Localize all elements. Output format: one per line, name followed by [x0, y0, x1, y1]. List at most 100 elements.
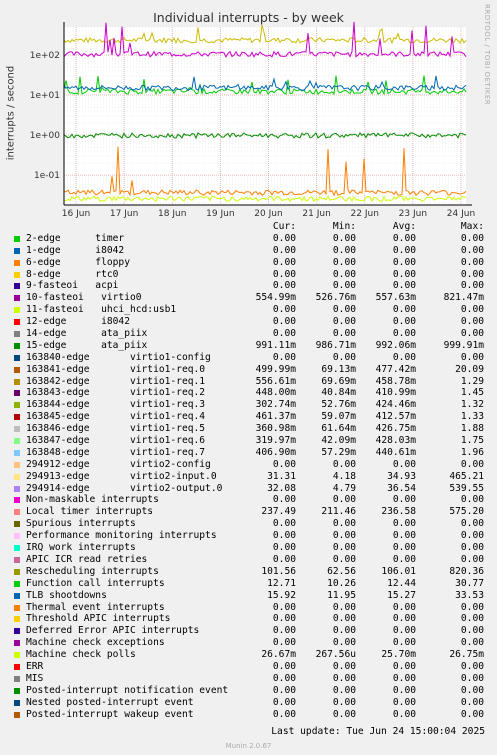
legend-swatch [14, 616, 20, 623]
legend-swatch [14, 247, 20, 254]
legend-rows: 2-edge timer 0.00 0.00 0.00 0.00 1-edge i8042… [12, 233, 492, 721]
legend-cur-value: 0.00 [272, 660, 296, 672]
legend-row: 1-edge i8042 0.00 0.00 0.00 0.00 [12, 245, 492, 257]
legend-swatch [14, 438, 20, 445]
legend-cur-value: 0.00 [272, 304, 296, 316]
x-tick-label: 17 Jun [110, 209, 138, 219]
legend-min-value: 0.00 [332, 280, 356, 292]
legend-max-value: 821.47m [443, 292, 484, 304]
legend-row: TLB shootdowns 15.92 11.95 15.27 33.53 [12, 590, 492, 602]
legend-label: 163847-edge virtio1-req.6 [26, 435, 206, 447]
legend-label: Threshold APIC interrupts [26, 613, 171, 625]
legend-swatch [14, 556, 20, 563]
legend-cur-value: 461.37m [255, 411, 296, 423]
legend-avg-value: 25.70m [381, 649, 416, 661]
legend-swatch [14, 461, 20, 468]
legend-label: Machine check exceptions [26, 637, 165, 649]
legend-cur-value: 0.00 [272, 458, 296, 470]
legend-avg-value: 477.42m [375, 363, 416, 375]
legend-min-value: 267.56u [315, 649, 356, 661]
legend-max-value: 1.32 [460, 399, 484, 411]
legend-avg-value: 458.78m [375, 375, 416, 387]
legend-cur-value: 360.98m [255, 423, 296, 435]
legend-cur-value: 26.67m [261, 649, 296, 661]
legend-label: Spurious interrupts [26, 518, 136, 530]
legend-label: 11-fasteoi uhci_hcd:usb1 [26, 304, 177, 316]
legend-cur-value: 0.00 [272, 268, 296, 280]
legend-label: APIC ICR read retries [26, 553, 148, 565]
legend-avg-value: 0.00 [392, 708, 416, 720]
legend-min-value: 0.00 [332, 232, 356, 244]
legend-avg-value: 12.44 [387, 577, 416, 589]
legend-min-value: 0.00 [332, 268, 356, 280]
legend-cur-value: 15.92 [267, 589, 296, 601]
legend-row: IRQ work interrupts 0.00 0.00 0.00 0.00 [12, 542, 492, 554]
legend-max-value: 0.00 [460, 672, 484, 684]
legend-min-value: 986.71m [315, 339, 356, 351]
legend-row: 294913-edge virtio2-input.0 31.31 4.18 34.9… [12, 471, 492, 483]
legend-label: Function call interrupts [26, 577, 165, 589]
legend-avg-value: 0.00 [392, 494, 416, 506]
legend-max-value: 33.53 [455, 589, 484, 601]
legend-row: 163844-edge virtio1-req.3 302.74m 52.76m 42… [12, 399, 492, 411]
legend-row: Nested posted-interrupt event 0.00 0.00 0.0… [12, 697, 492, 709]
legend-label: 1-edge i8042 [26, 244, 125, 256]
legend-min-value: 62.56 [327, 565, 356, 577]
legend-max-value: 0.00 [460, 458, 484, 470]
legend-avg-value: 424.46m [375, 399, 416, 411]
legend-min-value: 59.07m [321, 411, 356, 423]
legend-avg-value: 0.00 [392, 637, 416, 649]
legend-max-value: 0.00 [460, 256, 484, 268]
legend-row: Rescheduling interrupts 101.56 62.56 106.01… [12, 566, 492, 578]
legend-swatch [14, 509, 20, 516]
legend-max-value: 820.36 [449, 565, 484, 577]
legend-row: 163845-edge virtio1-req.4 461.37m 59.07m 41… [12, 411, 492, 423]
legend-row: 163840-edge virtio1-config 0.00 0.00 0.00 0.… [12, 352, 492, 364]
legend-row: 163848-edge virtio1-req.7 406.90m 57.29m 44… [12, 447, 492, 459]
legend-avg-value: 440.61m [375, 446, 416, 458]
x-tick-label: 23 Jun [399, 209, 427, 219]
legend-min-value: 10.26 [327, 577, 356, 589]
legend-min-value: 40.84m [321, 387, 356, 399]
legend-cur-value: 0.00 [272, 542, 296, 554]
x-tick-label: 22 Jun [351, 209, 379, 219]
legend-row: 12-edge i8042 0.00 0.00 0.00 0.00 [12, 316, 492, 328]
legend-swatch [14, 652, 20, 659]
legend-min-value: 4.79 [332, 482, 356, 494]
legend-cur-value: 554.99m [255, 292, 296, 304]
legend-min-value: 0.00 [332, 708, 356, 720]
legend-swatch [14, 402, 20, 409]
legend-row: Function call interrupts 12.71 10.26 12.44 3… [12, 578, 492, 590]
legend-max-value: 0.00 [460, 268, 484, 280]
legend-avg-value: 0.00 [392, 672, 416, 684]
legend-min-value: 0.00 [332, 458, 356, 470]
legend-row: Posted-interrupt notification event 0.00 0… [12, 685, 492, 697]
legend-max-value: 0.00 [460, 696, 484, 708]
legend-label: Local timer interrupts [26, 506, 154, 518]
legend-max-value: 0.00 [460, 542, 484, 554]
legend-min-value: 0.00 [332, 256, 356, 268]
legend-label: 6-edge floppy [26, 256, 130, 268]
legend-swatch [14, 592, 20, 599]
interrupts-chart: 1e+021e+011e+001e-01 16 Jun 17 Jun 18 Jun 1… [30, 21, 475, 219]
legend-avg-value: 0.00 [392, 458, 416, 470]
legend-max-value: 0.00 [460, 518, 484, 530]
legend-cur-value: 0.00 [272, 613, 296, 625]
legend-label: ERR [26, 660, 44, 672]
legend-swatch [14, 640, 20, 647]
legend-row: MIS 0.00 0.00 0.00 0.00 [12, 673, 492, 685]
legend-swatch [14, 711, 20, 718]
legend-avg-value: 412.57m [375, 411, 416, 423]
legend-row: 11-fasteoi uhci_hcd:usb1 0.00 0.00 0.00 0.00 [12, 304, 492, 316]
last-update: Last update: Tue Jun 24 15:00:04 2025 [271, 726, 485, 737]
x-tick-label: 24 Jun [447, 209, 475, 219]
legend-max-value: 0.00 [460, 351, 484, 363]
legend-max-value: 20.09 [455, 363, 484, 375]
legend-cur-value: 101.56 [261, 565, 296, 577]
legend-label: 12-edge i8042 [26, 316, 130, 328]
legend-max-value: 0.00 [460, 280, 484, 292]
legend-swatch [14, 390, 20, 397]
legend-label: Non-maskable interrupts [26, 494, 159, 506]
legend-row: Performance monitoring interrupts 0.00 0.0… [12, 530, 492, 542]
legend-row: Machine check polls 26.67m 267.56u 25.70m 26… [12, 649, 492, 661]
